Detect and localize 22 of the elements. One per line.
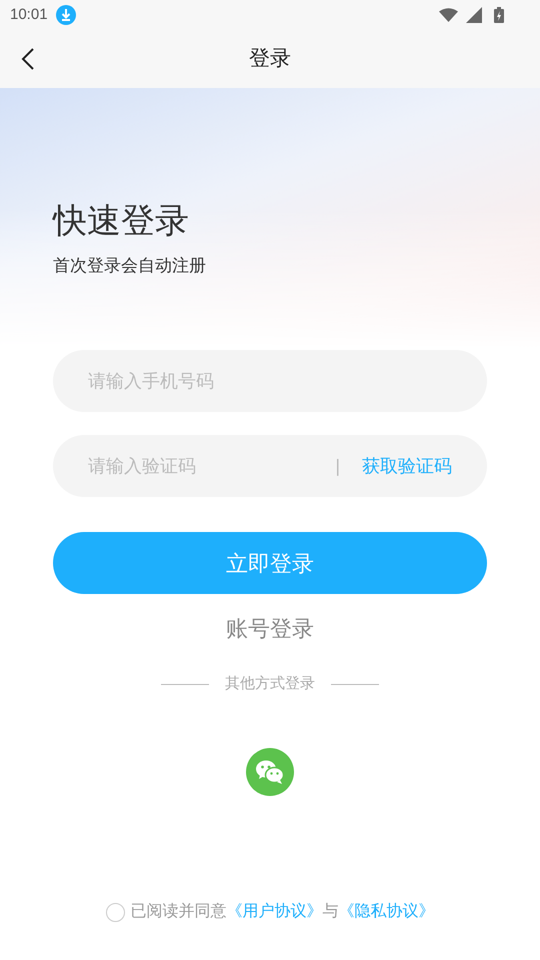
battery-icon (494, 7, 504, 23)
chat-bubbles-icon (255, 758, 285, 784)
page-title: 登录 (249, 46, 291, 72)
account-login-link[interactable]: 账号登录 (226, 612, 314, 645)
separator: | (335, 454, 340, 478)
subheading: 首次登录会自动注册 (53, 255, 206, 277)
download-icon (56, 5, 76, 25)
agreement-link[interactable]: 《用户协议》 (226, 903, 322, 920)
back-icon (21, 47, 35, 71)
wifi-icon (439, 8, 458, 22)
agreement-link[interactable]: 《隐私协议》 (338, 903, 434, 920)
login-button[interactable]: 立即登录 (53, 532, 487, 594)
wechat-login-button[interactable] (246, 748, 294, 796)
agreement-text: 已阅读并同意《用户协议》与《隐私协议》 (130, 902, 434, 922)
status-time: 10:01 (10, 4, 48, 25)
code-input-field[interactable]: 请输入验证码 | 获取验证码 (53, 435, 487, 497)
agree-checkbox[interactable] (106, 902, 124, 922)
other-methods-label: 其他方式登录 (225, 674, 315, 694)
heading: 快速登录 (53, 204, 189, 238)
signal-icon (466, 7, 482, 23)
get-code-link[interactable]: 获取验证码 (362, 452, 452, 480)
phone-input-field[interactable]: 请输入手机号码 (53, 350, 487, 412)
